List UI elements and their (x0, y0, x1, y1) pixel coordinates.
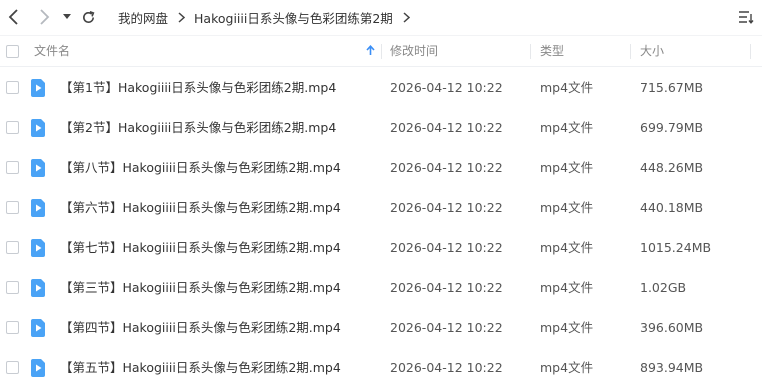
file-type: mp4文件 (540, 240, 594, 255)
file-modified-time: 2026-04-12 10:22 (390, 240, 503, 255)
file-row[interactable]: 【第六节】Hakogiiii日系头像与色彩团练2期.mp4 2026-04-12… (0, 188, 762, 228)
file-row[interactable]: 【第五节】Hakogiiii日系头像与色彩团练2期.mp4 2026-04-12… (0, 348, 762, 385)
back-button[interactable] (4, 7, 24, 27)
column-divider[interactable] (750, 44, 751, 59)
chevron-right-icon (403, 12, 410, 23)
row-checkbox[interactable] (6, 281, 19, 294)
file-name[interactable]: 【第七节】Hakogiiii日系头像与色彩团练2期.mp4 (60, 228, 341, 268)
file-modified-time: 2026-04-12 10:22 (390, 320, 503, 335)
file-modified-time: 2026-04-12 10:22 (390, 280, 503, 295)
file-size: 448.26MB (640, 160, 704, 175)
video-file-icon (31, 199, 45, 217)
file-type: mp4文件 (540, 360, 594, 375)
file-type: mp4文件 (540, 80, 594, 95)
file-size: 1.02GB (640, 280, 687, 295)
file-row[interactable]: 【第2节】Hakogiiii日系头像与色彩团练2期.mp4 2026-04-12… (0, 108, 762, 148)
file-type: mp4文件 (540, 120, 594, 135)
row-checkbox[interactable] (6, 201, 19, 214)
breadcrumb-item-root[interactable]: 我的网盘 (118, 8, 168, 27)
chevron-right-icon (40, 9, 50, 25)
forward-button[interactable] (34, 7, 54, 27)
file-name[interactable]: 【第五节】Hakogiiii日系头像与色彩团练2期.mp4 (60, 348, 341, 385)
file-row[interactable]: 【第七节】Hakogiiii日系头像与色彩团练2期.mp4 2026-04-12… (0, 228, 762, 268)
file-type: mp4文件 (540, 320, 594, 335)
file-modified-time: 2026-04-12 10:22 (390, 200, 503, 215)
video-file-icon (31, 159, 45, 177)
file-name[interactable]: 【第1节】Hakogiiii日系头像与色彩团练2期.mp4 (60, 68, 336, 108)
select-all-checkbox[interactable] (6, 45, 19, 58)
video-file-icon (31, 359, 45, 377)
file-row[interactable]: 【第三节】Hakogiiii日系头像与色彩团练2期.mp4 2026-04-12… (0, 268, 762, 308)
chevron-right-icon (178, 12, 186, 23)
file-row[interactable]: 【第八节】Hakogiiii日系头像与色彩团练2期.mp4 2026-04-12… (0, 148, 762, 188)
column-divider[interactable] (530, 44, 531, 59)
sort-ascending-icon[interactable] (366, 45, 375, 56)
row-checkbox[interactable] (6, 121, 19, 134)
file-name[interactable]: 【第八节】Hakogiiii日系头像与色彩团练2期.mp4 (60, 148, 341, 188)
file-modified-time: 2026-04-12 10:22 (390, 80, 503, 95)
file-row[interactable]: 【第四节】Hakogiiii日系头像与色彩团练2期.mp4 2026-04-12… (0, 308, 762, 348)
breadcrumb-item-folder[interactable]: Hakogiiii日系头像与色彩团练第2期 (194, 8, 393, 27)
column-header-type[interactable]: 类型 (540, 36, 564, 66)
file-size: 1015.24MB (640, 240, 712, 255)
file-type: mp4文件 (540, 280, 594, 295)
refresh-button[interactable] (78, 7, 98, 27)
row-checkbox[interactable] (6, 161, 19, 174)
file-size: 440.18MB (640, 200, 704, 215)
row-checkbox[interactable] (6, 321, 19, 334)
refresh-icon (82, 10, 94, 23)
column-header-name[interactable]: 文件名 (34, 36, 70, 66)
file-name[interactable]: 【第2节】Hakogiiii日系头像与色彩团练2期.mp4 (60, 108, 336, 148)
file-modified-time: 2026-04-12 10:22 (390, 160, 503, 175)
file-size: 396.60MB (640, 320, 704, 335)
file-size: 699.79MB (640, 120, 704, 135)
file-name[interactable]: 【第六节】Hakogiiii日系头像与色彩团练2期.mp4 (60, 188, 341, 228)
file-type: mp4文件 (540, 200, 594, 215)
video-file-icon (31, 279, 45, 297)
column-divider[interactable] (630, 44, 631, 59)
sort-options-button[interactable] (736, 8, 756, 26)
column-header-size[interactable]: 大小 (640, 36, 664, 66)
toolbar: 我的网盘 Hakogiiii日系头像与色彩团练第2期 (0, 0, 762, 34)
row-checkbox[interactable] (6, 361, 19, 374)
history-dropdown[interactable] (57, 7, 77, 27)
file-modified-time: 2026-04-12 10:22 (390, 120, 503, 135)
file-row[interactable]: 【第1节】Hakogiiii日系头像与色彩团练2期.mp4 2026-04-12… (0, 68, 762, 108)
file-type: mp4文件 (540, 160, 594, 175)
column-header: 文件名 修改时间 类型 大小 (0, 35, 762, 67)
breadcrumb: 我的网盘 Hakogiiii日系头像与色彩团练第2期 (118, 8, 419, 27)
chevron-left-icon (8, 9, 18, 25)
column-header-time[interactable]: 修改时间 (390, 36, 438, 66)
sort-list-icon (739, 11, 754, 24)
video-file-icon (31, 79, 45, 97)
caret-down-icon (63, 14, 71, 19)
row-checkbox[interactable] (6, 81, 19, 94)
file-name[interactable]: 【第四节】Hakogiiii日系头像与色彩团练2期.mp4 (60, 308, 341, 348)
file-name[interactable]: 【第三节】Hakogiiii日系头像与色彩团练2期.mp4 (60, 268, 341, 308)
video-file-icon (31, 119, 45, 137)
row-checkbox[interactable] (6, 241, 19, 254)
file-size: 715.67MB (640, 80, 704, 95)
video-file-icon (31, 239, 45, 257)
column-divider[interactable] (381, 44, 382, 59)
file-size: 893.94MB (640, 360, 704, 375)
video-file-icon (31, 319, 45, 337)
file-modified-time: 2026-04-12 10:22 (390, 360, 503, 375)
